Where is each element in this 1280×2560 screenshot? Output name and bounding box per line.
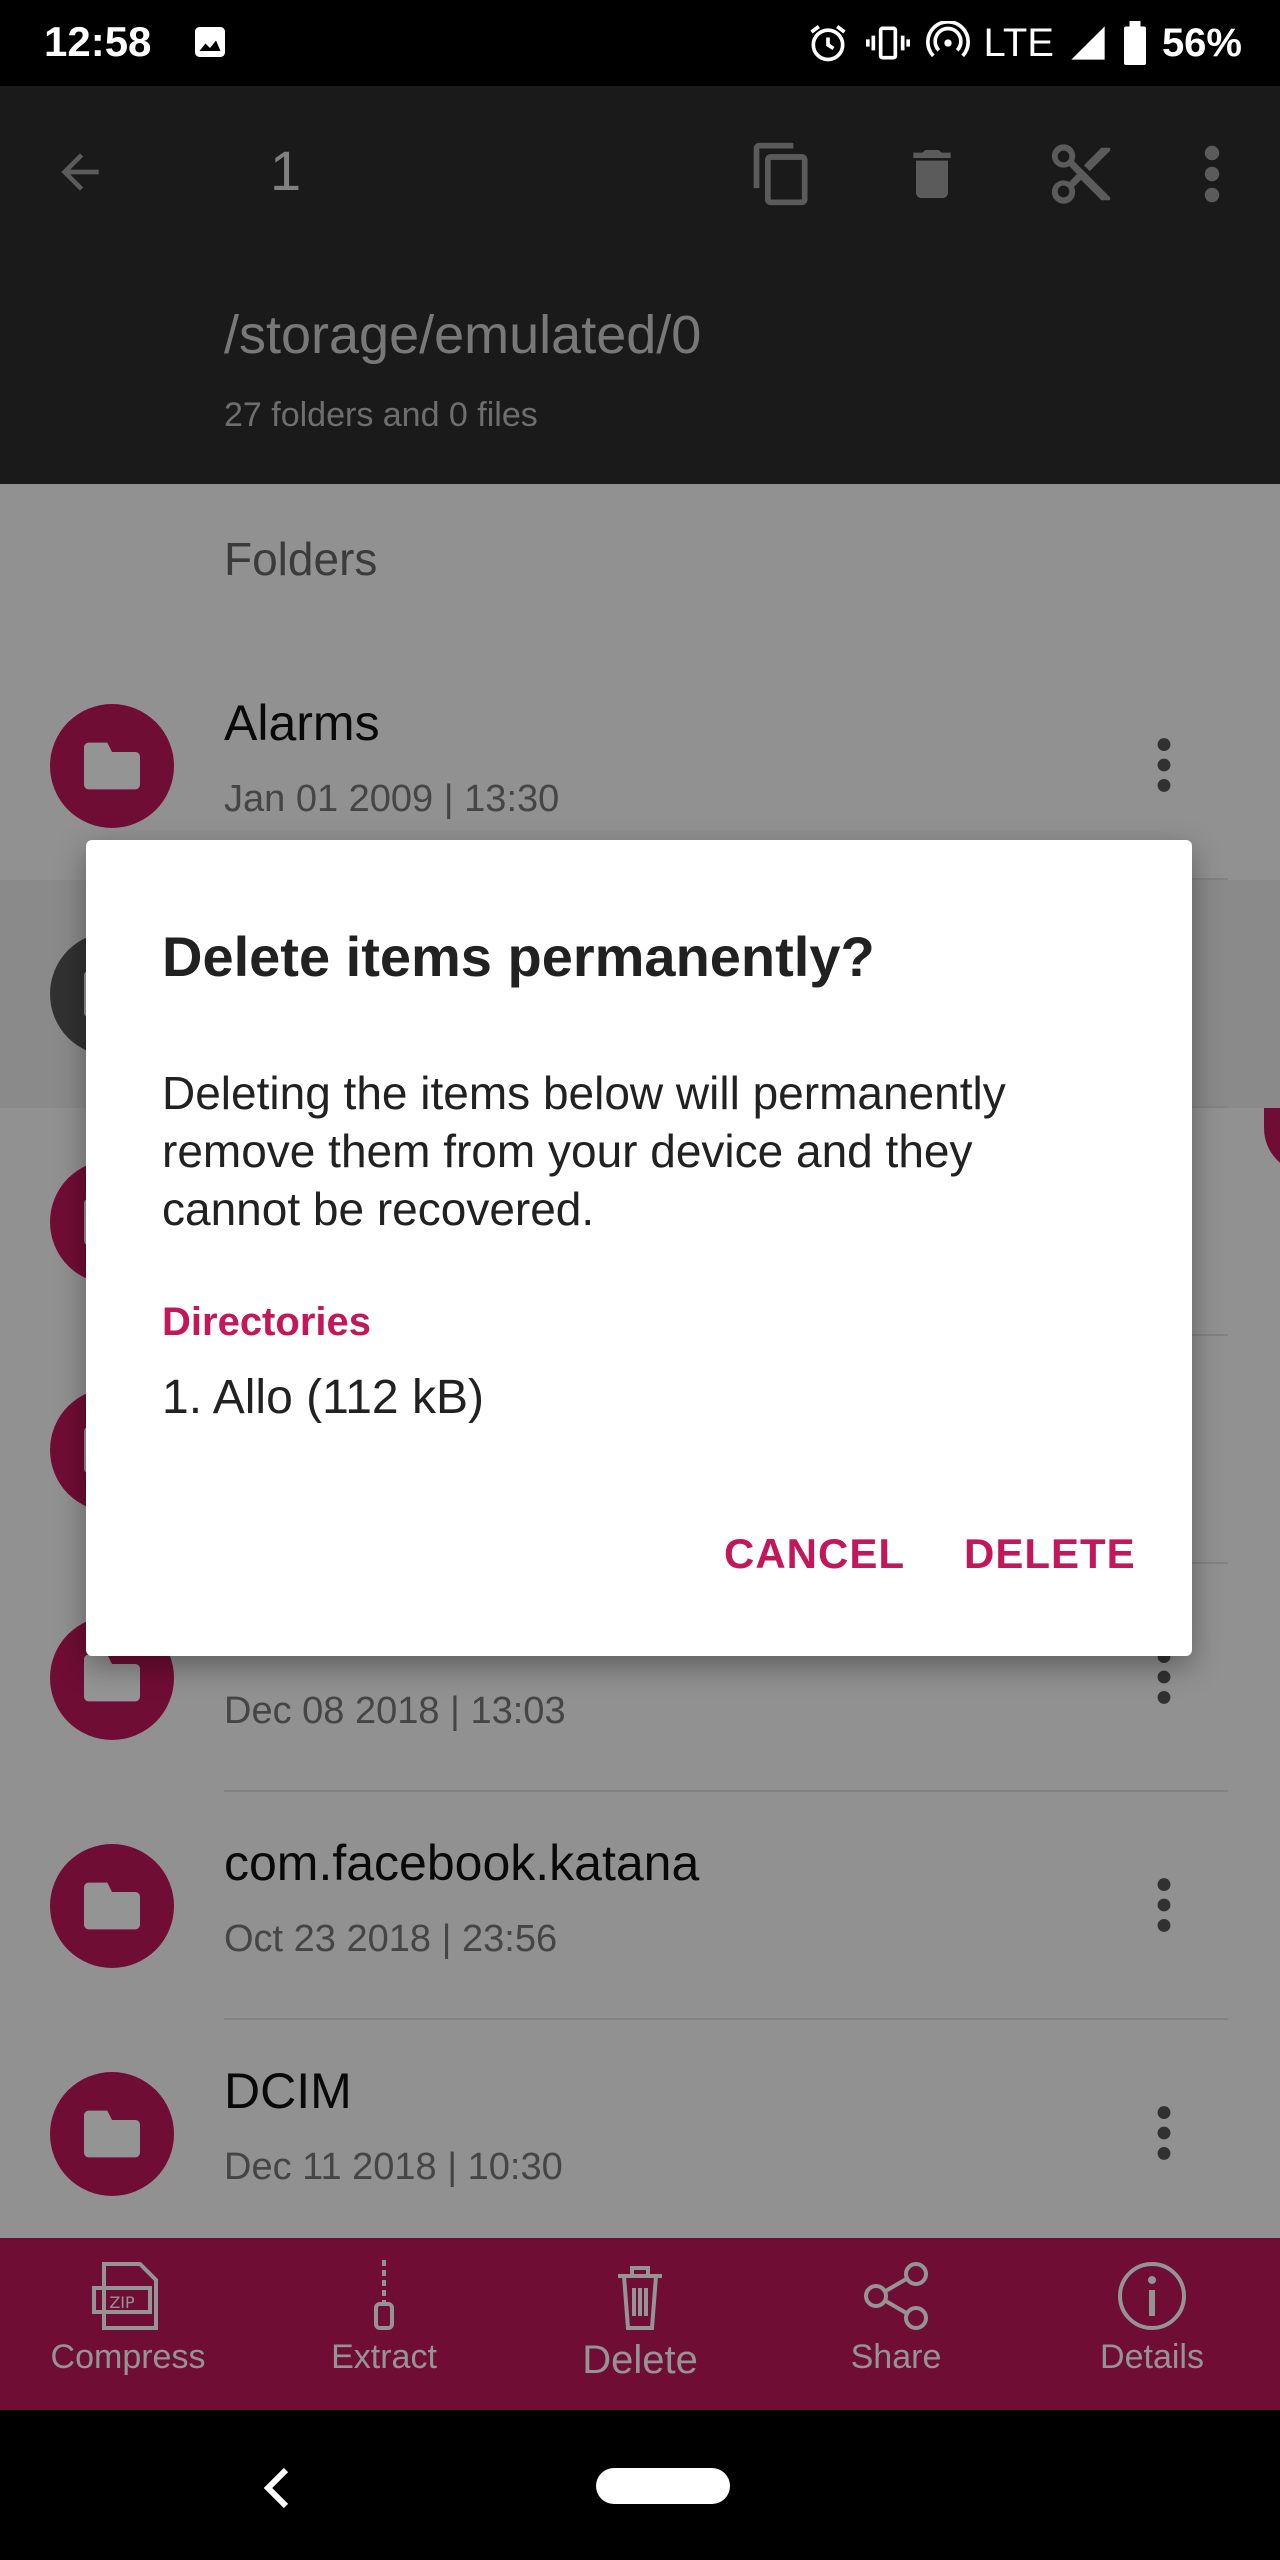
hotspot-icon <box>925 21 970 58</box>
dialog-message: Deleting the items below will permanentl… <box>162 1067 1006 1235</box>
signal-icon <box>1071 26 1105 60</box>
dialog-title: Delete items permanently? <box>162 925 875 988</box>
vibrate-icon <box>865 26 910 60</box>
network-label: LTE <box>983 20 1054 65</box>
alarm-icon <box>809 25 846 62</box>
cancel-button[interactable]: CANCEL <box>724 1530 905 1578</box>
dialog-scrim-bottom[interactable] <box>0 2238 1280 2410</box>
system-nav-bar <box>0 2410 1280 2560</box>
delete-confirm-button[interactable]: DELETE <box>964 1530 1136 1578</box>
status-icons: LTE 56% <box>806 18 1242 68</box>
battery-percent: 56% <box>1161 20 1242 65</box>
status-bar: 12:58 LTE 56% <box>0 0 1280 86</box>
battery-icon <box>1123 21 1146 65</box>
dialog-item: 1. Allo (112 kB) <box>162 1371 484 1424</box>
status-time: 12:58 <box>44 18 152 65</box>
nav-home-pill[interactable] <box>596 2468 730 2504</box>
dialog-section-label: Directories <box>162 1300 371 1344</box>
nav-back-icon[interactable] <box>262 2466 292 2510</box>
image-notification-icon <box>195 27 225 57</box>
delete-dialog: Delete items permanently? Deleting the i… <box>86 840 1192 1656</box>
